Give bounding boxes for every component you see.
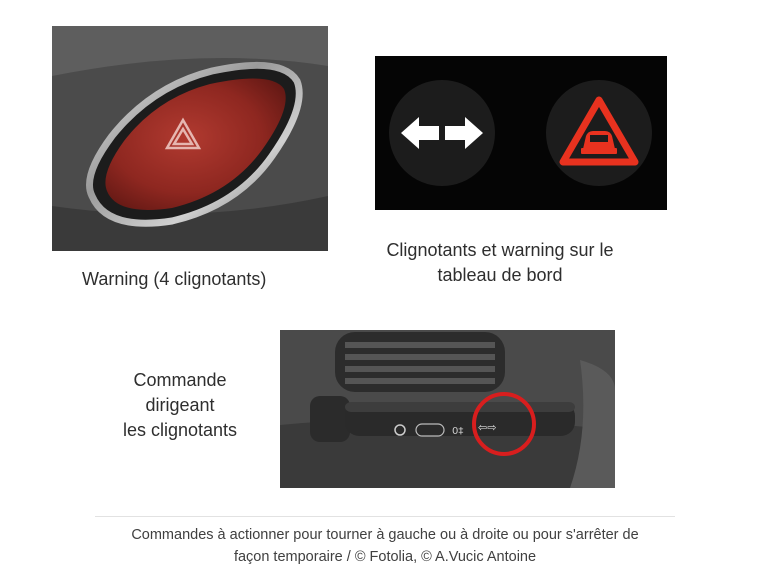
- caption-dashboard: Clignotants et warning sur le tableau de…: [360, 238, 640, 288]
- svg-text:0‡: 0‡: [452, 426, 463, 437]
- svg-text:⇦⇨: ⇦⇨: [478, 421, 496, 434]
- hazard-button-illustration: [52, 26, 328, 251]
- hazard-button-photo: [52, 26, 328, 251]
- caption-command: Commande dirigeant les clignotants: [95, 368, 265, 443]
- caption-divider: [95, 516, 675, 517]
- caption-command-line1: Commande: [133, 370, 227, 390]
- figure-caption-line2: façon temporaire / © Fotolia, © A.Vucic …: [233, 549, 537, 565]
- dashboard-indicators-photo: [375, 56, 667, 210]
- stalk-illustration: 0‡ ⇦⇨: [280, 330, 615, 488]
- figure-caption-line1: Commandes à actionner pour tourner à gau…: [131, 527, 639, 543]
- caption-command-line3: les clignotants: [122, 420, 238, 440]
- caption-dashboard-line1: Clignotants et warning sur le: [386, 240, 614, 260]
- dashboard-illustration: [389, 80, 652, 186]
- caption-warning: Warning (4 clignotants): [82, 267, 312, 292]
- turn-signal-stalk-photo: 0‡ ⇦⇨: [280, 330, 615, 488]
- figure-caption: Commandes à actionner pour tourner à gau…: [95, 524, 675, 568]
- caption-command-line2: dirigeant: [145, 395, 215, 415]
- caption-dashboard-line2: tableau de bord: [437, 265, 563, 285]
- air-vent: [335, 332, 505, 392]
- caption-warning-text: Warning (4 clignotants): [82, 269, 267, 289]
